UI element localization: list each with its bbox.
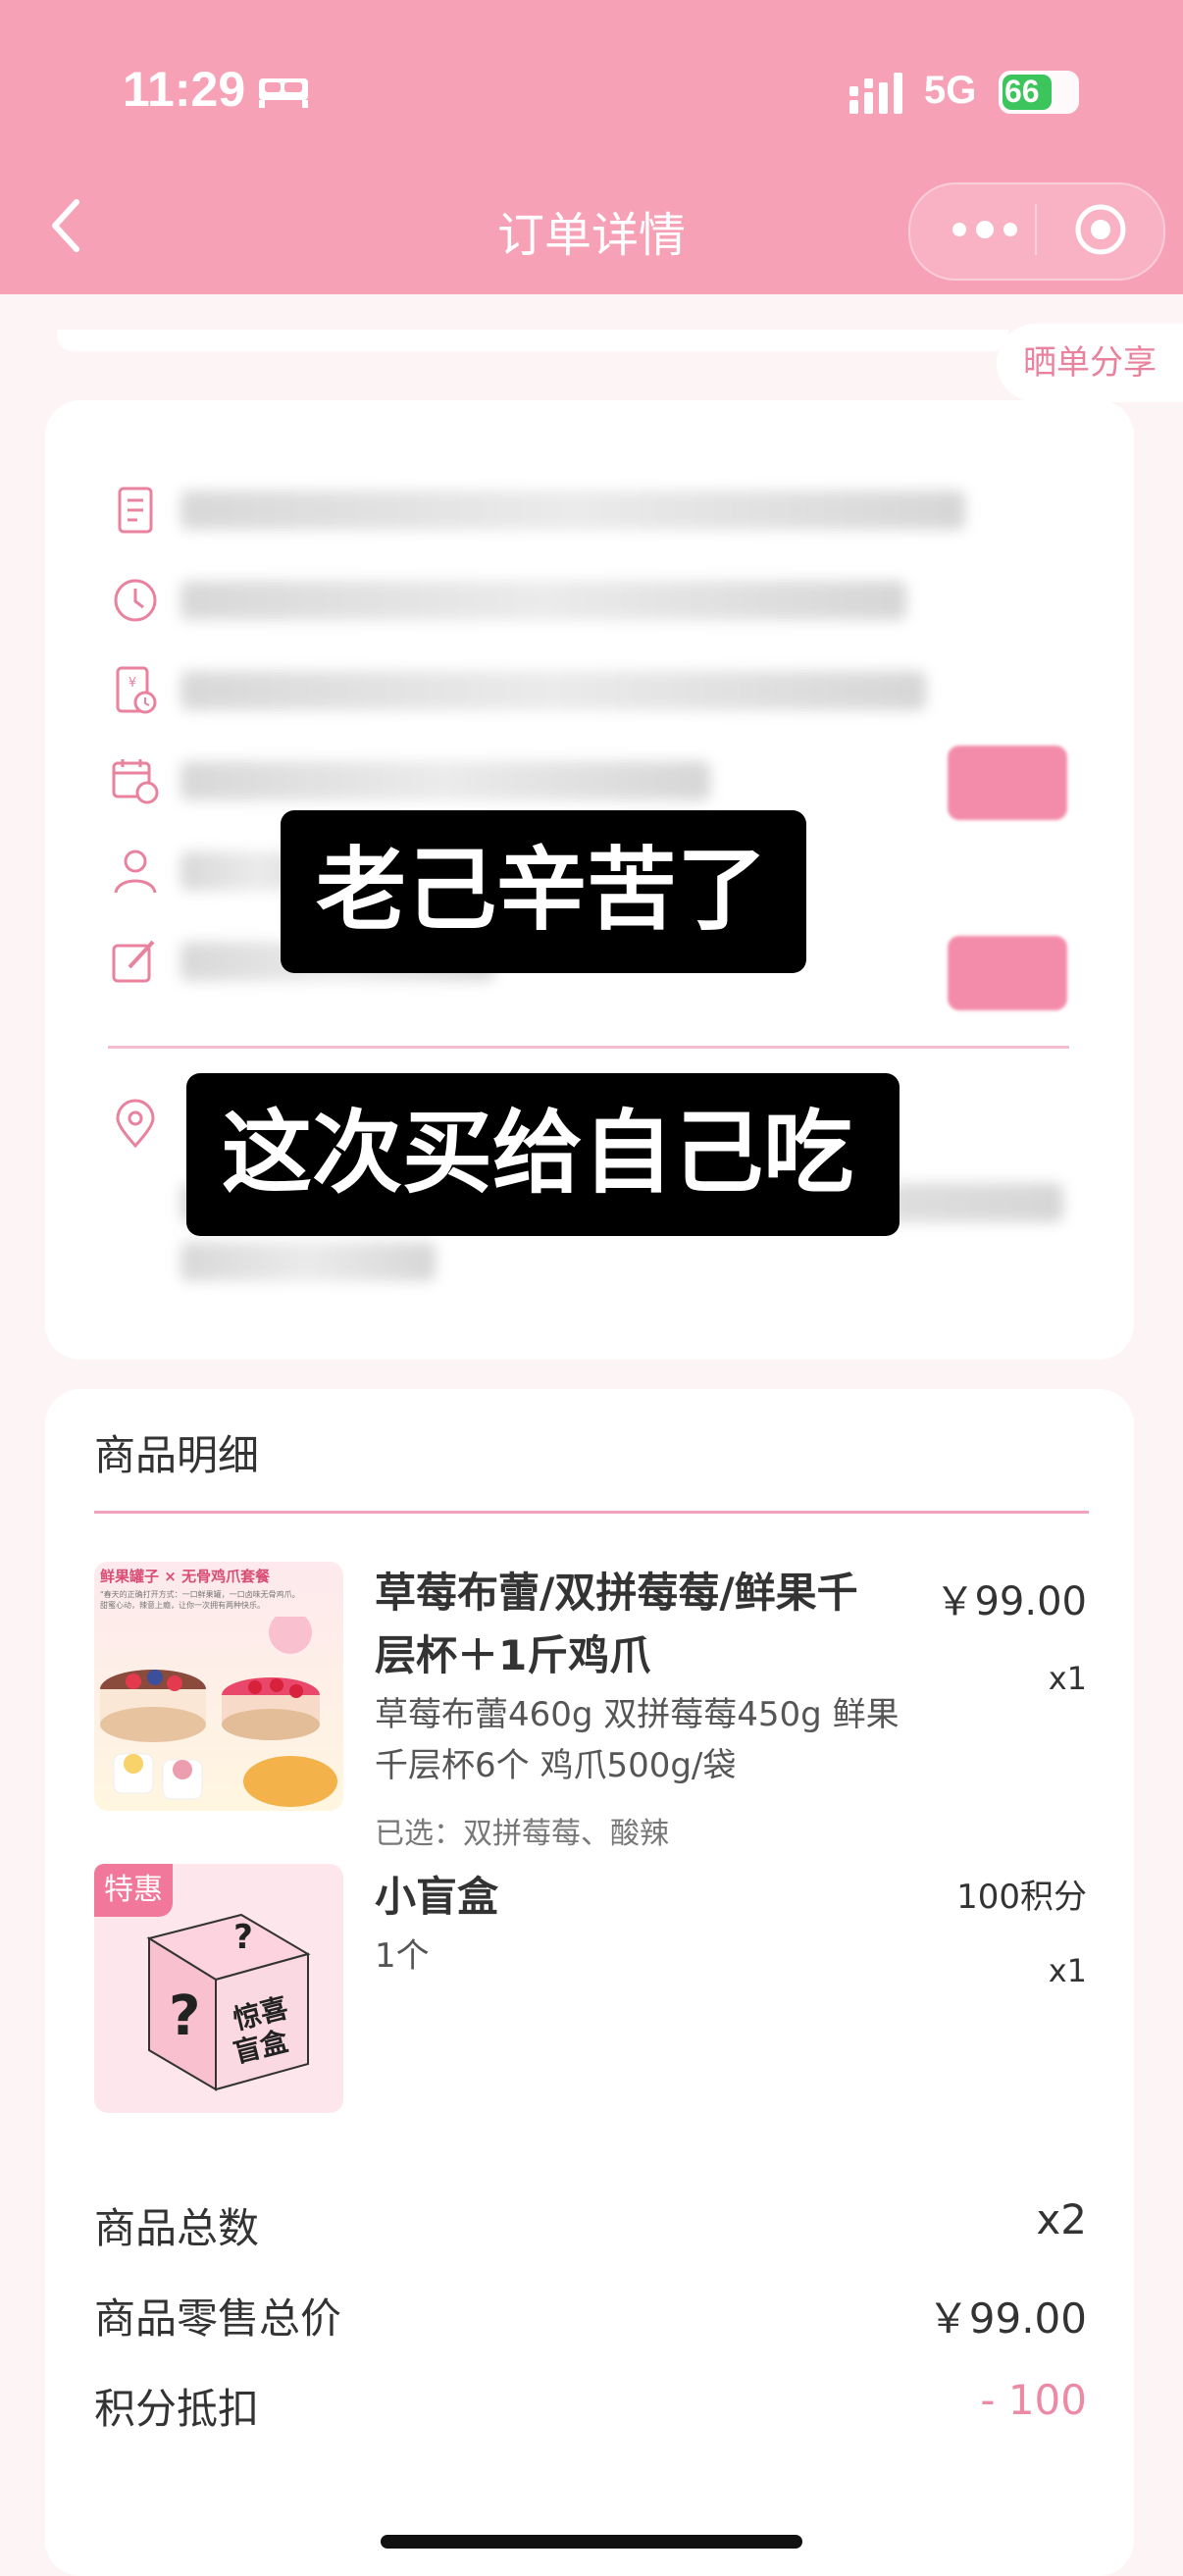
product-name-1[interactable]: 草莓布蕾/双拼莓莓/鲜果千 层杯＋1斤鸡爪: [375, 1562, 858, 1687]
edit-remark-button[interactable]: [948, 936, 1067, 1010]
total-count-label: 商品总数: [94, 2204, 260, 2252]
battery-icon: 66: [999, 71, 1079, 114]
signal-icon: [849, 73, 902, 114]
network-label: 5G: [924, 69, 977, 112]
box-question-top: ?: [233, 1918, 253, 1957]
person-icon: [114, 850, 157, 894]
image-banner-x: ×: [164, 1568, 177, 1585]
capsule-divider: [1035, 204, 1037, 255]
document-icon: [118, 487, 153, 534]
product-spec-1-line1: 草莓布蕾460g 双拼莓莓450g 鲜果: [375, 1695, 900, 1734]
image-caption-2: 甜蜜心动，辣意上瘾，让你一次拥有两种快乐。: [100, 1601, 265, 1610]
payment-time-row: ¥: [110, 657, 1091, 726]
info-divider: [108, 1046, 1069, 1049]
close-miniprogram-icon[interactable]: [1073, 202, 1128, 257]
food-illustration: [100, 1617, 337, 1807]
modify-date-button[interactable]: [948, 746, 1067, 820]
product-qty-1: x1: [1048, 1660, 1087, 1697]
booking-date-row: [110, 747, 1091, 816]
payment-receipt-icon: ¥: [116, 666, 157, 714]
previous-card-edge: [57, 330, 1008, 351]
product-image-combo[interactable]: 鲜果罐子 × 无骨鸡爪套餐 "春天的正确打开方式：一口鲜果罐，一口卤味无骨鸡爪。…: [94, 1562, 343, 1811]
image-banner-left: 鲜果罐子: [100, 1568, 160, 1585]
share-order-button[interactable]: 晒单分享: [997, 324, 1183, 402]
discount-tag: 特惠: [94, 1864, 173, 1917]
total-count-value: x2: [1036, 2195, 1087, 2243]
caption-text-1: 老己辛苦了: [316, 838, 768, 943]
product-name-1-line2: 层杯＋1斤鸡爪: [375, 1631, 651, 1679]
caption-overlay-1: 老己辛苦了: [281, 810, 806, 973]
status-time: 11:29: [123, 62, 246, 117]
edit-note-icon: [112, 940, 155, 983]
goods-section-title: 商品明细: [94, 1431, 260, 1479]
image-caption-1: "春天的正确打开方式：一口鲜果罐，一口卤味无骨鸡爪。: [100, 1590, 300, 1599]
product-spec-2: 1个: [375, 1936, 430, 1976]
sleep-focus-icon: [259, 78, 308, 108]
caption-text-2: 这次买给自己吃: [222, 1101, 854, 1206]
box-question-side: ?: [169, 1984, 200, 2048]
location-pin-icon: [116, 1099, 155, 1149]
svg-text:¥: ¥: [129, 676, 136, 691]
calendar-clock-icon: [112, 759, 159, 804]
order-number-row: [110, 477, 1091, 545]
more-icon[interactable]: [944, 212, 1026, 247]
goods-section-line: [94, 1511, 1089, 1514]
product-spec-1-line2: 千层杯6个 鸡爪500g/袋: [375, 1746, 737, 1785]
points-deduction-label: 积分抵扣: [94, 2385, 260, 2433]
caption-overlay-2: 这次买给自己吃: [186, 1073, 900, 1236]
retail-total-label: 商品零售总价: [94, 2294, 342, 2343]
product-price-1: ￥99.00: [935, 1579, 1087, 1624]
points-deduction-value: - 100: [980, 2376, 1087, 2424]
product-qty-2: x1: [1048, 1952, 1087, 1989]
product-name-1-line1: 草莓布蕾/双拼莓莓/鲜果千: [375, 1569, 858, 1617]
product-price-2: 100积分: [956, 1878, 1087, 1917]
clock-icon: [114, 579, 157, 622]
image-banner-right: 无骨鸡爪套餐: [181, 1568, 271, 1585]
product-spec-1: 草莓布蕾460g 双拼莓莓450g 鲜果 千层杯6个 鸡爪500g/袋: [375, 1689, 900, 1791]
battery-level: 66: [1004, 74, 1040, 109]
created-time-row: [110, 567, 1091, 636]
product-selected-options: 已选：双拼莓莓、酸辣: [375, 1817, 669, 1851]
product-name-2[interactable]: 小盲盒: [375, 1866, 498, 1929]
retail-total-value: ￥99.00: [927, 2294, 1087, 2343]
home-indicator[interactable]: [381, 2535, 802, 2549]
